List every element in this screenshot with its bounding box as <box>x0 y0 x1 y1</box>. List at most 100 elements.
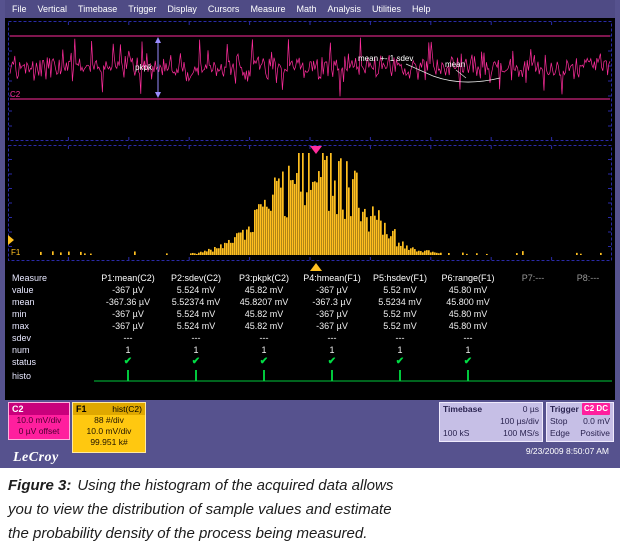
measure-sdev-p5: --- <box>366 332 434 344</box>
measure-row-label-histo: histo <box>8 368 94 384</box>
measure-table: MeasureP1:mean(C2)P2:sdev(C2)P3:pkpk(C2)… <box>8 272 612 384</box>
measure-max-p4: -367 µV <box>298 320 366 332</box>
measure-status-p6: ✔ <box>434 356 502 368</box>
measure-max-p1: -367 µV <box>94 320 162 332</box>
measure-max-p6: 45.80 mV <box>434 320 502 332</box>
oscilloscope-screen: File Vertical Timebase Trigger Display Cursor… <box>0 0 620 468</box>
timebase-descriptor[interactable]: Timebase 0 µs 100 µs/div 100 kS 100 MS/s <box>439 402 543 442</box>
f1-level-marker-icon <box>8 235 14 245</box>
menu-item-measure[interactable]: Measure <box>250 4 285 14</box>
trigger-descriptor[interactable]: Trigger C2 DC Stop 0.0 mV Edge Positive <box>546 402 614 442</box>
figure-caption: Figure 3: Using the histogram of the acqu… <box>0 468 620 548</box>
f1-label: F1 <box>76 404 87 414</box>
measure-mean-p3: 45.8207 mV <box>230 296 298 308</box>
menu-item-vertical[interactable]: Vertical <box>38 4 68 14</box>
measure-title: Measure <box>8 272 94 284</box>
measure-row-status: status✔✔✔✔✔✔ <box>8 356 612 368</box>
measure-num-p4: 1 <box>298 344 366 356</box>
caption-line-1: Using the histogram of the acquired data… <box>77 477 393 494</box>
caption-line-2: you to view the distribution of sample v… <box>8 498 612 522</box>
f1-sample-count: 99.951 k# <box>73 437 145 448</box>
svg-text:F1: F1 <box>11 248 21 257</box>
measure-max-p5: 5.52 mV <box>366 320 434 332</box>
measure-min-p3: 45.82 mV <box>230 308 298 320</box>
scope-bottom-panel: C2 10.0 mV/div 0 µV offset F1 hist(C2) 8… <box>5 400 615 468</box>
menu-item-cursors[interactable]: Cursors <box>208 4 240 14</box>
measure-num-p3: 1 <box>230 344 298 356</box>
measure-status-p7 <box>502 356 564 368</box>
function-f1-descriptor[interactable]: F1 hist(C2) 88 #/div 10.0 mV/div 99.951 … <box>72 402 146 453</box>
menu-item-file[interactable]: File <box>12 4 27 14</box>
histogram-panel: F1 <box>8 145 612 261</box>
timebase-label: Timebase <box>443 403 482 415</box>
measure-max-p3: 45.82 mV <box>230 320 298 332</box>
measure-status-p1: ✔ <box>94 356 162 368</box>
measure-col-header-p6[interactable]: P6:range(F1) <box>434 272 502 284</box>
c2-offset: 0 µV offset <box>9 426 69 437</box>
caption-line-3: the probability density of the process b… <box>8 522 612 546</box>
menu-item-timebase[interactable]: Timebase <box>78 4 117 14</box>
measure-sdev-p1: --- <box>94 332 162 344</box>
measure-sdev-p8 <box>564 332 612 344</box>
measure-min-p1: -367 µV <box>94 308 162 320</box>
timebase-samples: 100 kS <box>443 427 469 439</box>
trigger-level: 0.0 mV <box>583 415 610 427</box>
measure-col-header-p2[interactable]: P2:sdev(C2) <box>162 272 230 284</box>
trigger-mode: Stop <box>550 415 568 427</box>
f1-source: hist(C2) <box>112 404 142 414</box>
measure-num-p1: 1 <box>94 344 162 356</box>
measure-col-header-p3[interactable]: P3:pkpk(C2) <box>230 272 298 284</box>
menu-item-trigger[interactable]: Trigger <box>128 4 156 14</box>
page: File Vertical Timebase Trigger Display Cursor… <box>0 0 620 548</box>
figure-label: Figure 3: <box>8 477 71 494</box>
timebase-sample-rate: 100 MS/s <box>503 427 539 439</box>
f1-position-marker-icon <box>310 263 322 271</box>
waveform-panel: pkpkmean +- 1 sdevmeanC2 <box>8 21 612 141</box>
trigger-slope: Positive <box>580 427 610 439</box>
measure-mean-p2: 5.52374 mV <box>162 296 230 308</box>
histogram-trace-canvas: F1 <box>8 145 612 261</box>
measure-max-p8 <box>564 320 612 332</box>
measure-mean-p7 <box>502 296 564 308</box>
f1-horizontal-scale: 10.0 mV/div <box>73 426 145 437</box>
menu-item-math[interactable]: Math <box>296 4 316 14</box>
measure-status-p4: ✔ <box>298 356 366 368</box>
measure-status-p8 <box>564 356 612 368</box>
measure-status-p3: ✔ <box>230 356 298 368</box>
measure-row-label-num: num <box>8 344 94 356</box>
measure-max-p2: 5.524 mV <box>162 320 230 332</box>
measure-col-header-p8[interactable]: P8:--- <box>564 272 612 284</box>
measure-col-header-p7[interactable]: P7:--- <box>502 272 564 284</box>
histo-icons-strip <box>94 368 612 384</box>
channel-c2-descriptor[interactable]: C2 10.0 mV/div 0 µV offset <box>8 402 70 440</box>
measure-min-p5: 5.52 mV <box>366 308 434 320</box>
menu-item-utilities[interactable]: Utilities <box>372 4 401 14</box>
trigger-type: Edge <box>550 427 570 439</box>
menu-item-help[interactable]: Help <box>412 4 431 14</box>
measure-header-row: MeasureP1:mean(C2)P2:sdev(C2)P3:pkpk(C2)… <box>8 272 612 284</box>
scope-display-area: pkpkmean +- 1 sdevmeanC2 F1 MeasureP1:me… <box>5 18 615 400</box>
measure-value-p1: -367 µV <box>94 284 162 296</box>
menu-item-display[interactable]: Display <box>167 4 197 14</box>
measure-col-header-p1[interactable]: P1:mean(C2) <box>94 272 162 284</box>
f1-bin-scale: 88 #/div <box>73 415 145 426</box>
measure-value-p4: -367 µV <box>298 284 366 296</box>
waveform-trace-canvas: pkpkmean +- 1 sdevmeanC2 <box>8 21 612 141</box>
measure-row-label-max: max <box>8 320 94 332</box>
measure-sdev-p6: --- <box>434 332 502 344</box>
measure-col-header-p4[interactable]: P4:hmean(F1) <box>298 272 366 284</box>
measure-sdev-p4: --- <box>298 332 366 344</box>
c2-label: C2 <box>12 404 24 414</box>
measure-value-p8 <box>564 284 612 296</box>
measure-row-num: num111111 <box>8 344 612 356</box>
measure-num-p8 <box>564 344 612 356</box>
measure-col-header-p5[interactable]: P5:hsdev(F1) <box>366 272 434 284</box>
lecroy-logo: LeCroy <box>13 450 59 466</box>
measure-num-p2: 1 <box>162 344 230 356</box>
measure-num-p5: 1 <box>366 344 434 356</box>
measure-min-p8 <box>564 308 612 320</box>
measure-mean-p8 <box>564 296 612 308</box>
menu-item-analysis[interactable]: Analysis <box>327 4 361 14</box>
measure-num-p7 <box>502 344 564 356</box>
svg-text:C2: C2 <box>10 90 21 99</box>
